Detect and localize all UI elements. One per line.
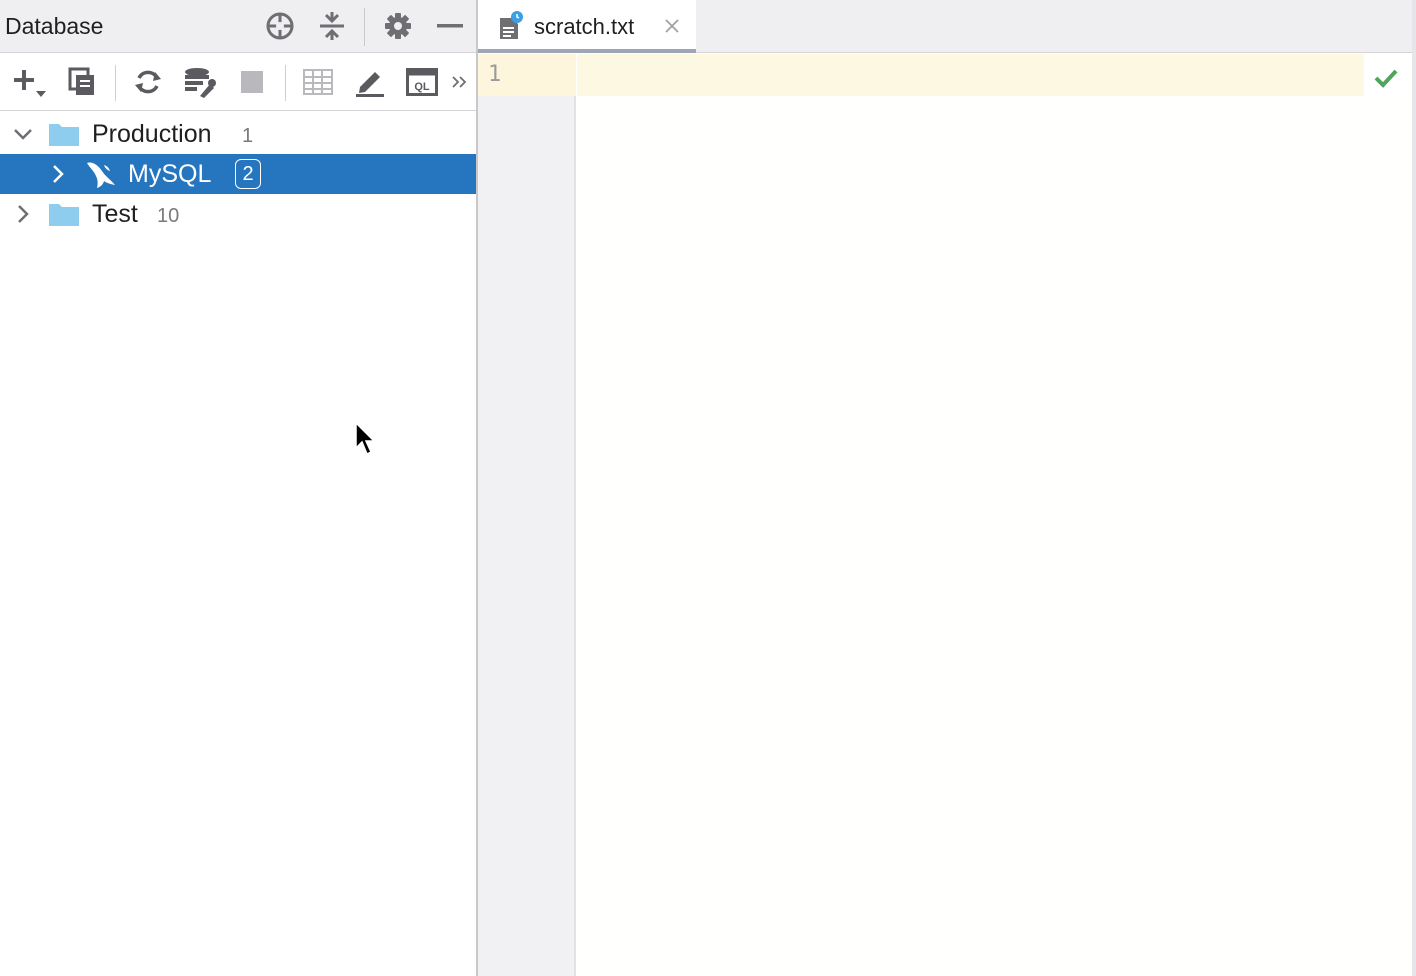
editor-area: scratch.txt 1	[478, 0, 1416, 976]
chevron-right-icon[interactable]	[47, 163, 69, 185]
edit-icon[interactable]	[351, 63, 389, 101]
close-icon[interactable]	[662, 16, 682, 36]
tree-item-count: 1	[242, 125, 254, 147]
tree-item-production[interactable]: Production 1	[0, 114, 476, 154]
line-number-gutter: 1	[478, 54, 576, 976]
vertical-scrollbar-track[interactable]	[1412, 0, 1416, 976]
toolbar-separator	[115, 65, 116, 101]
table-view-icon[interactable]	[299, 63, 337, 101]
tree-item-mysql[interactable]: MySQL 2	[0, 154, 476, 194]
svg-text:QL: QL	[414, 81, 430, 93]
folder-icon	[49, 204, 79, 226]
line-number: 1	[488, 62, 502, 87]
database-toolbar: QL	[0, 53, 476, 111]
chevron-down-icon[interactable]	[12, 123, 34, 145]
tab-label: scratch.txt	[534, 14, 635, 39]
session-count-badge: 2	[235, 159, 261, 189]
panel-title: Database	[5, 13, 104, 39]
code-text-area[interactable]	[577, 54, 1412, 976]
tree-item-label: MySQL	[128, 160, 212, 188]
refresh-icon[interactable]	[129, 63, 167, 101]
database-panel-header: Database	[0, 0, 476, 53]
chevron-right-icon[interactable]	[12, 203, 34, 225]
database-tool-window: Database QL Production 1 MySQL 2 Test 10	[0, 0, 476, 976]
toolbar-separator	[285, 65, 286, 101]
add-icon[interactable]	[12, 63, 50, 101]
gear-icon[interactable]	[380, 8, 416, 44]
tree-item-label: Test	[92, 200, 138, 228]
duplicate-icon[interactable]	[63, 63, 101, 101]
inspection-ok-icon[interactable]	[1364, 58, 1408, 98]
tab-scratch-txt[interactable]: scratch.txt	[478, 0, 696, 53]
tree-item-test[interactable]: Test 10	[0, 194, 476, 234]
folder-icon	[49, 124, 79, 146]
editor-tab-bar: scratch.txt	[478, 0, 1416, 53]
mouse-pointer-icon	[355, 422, 376, 456]
stop-icon[interactable]	[233, 63, 271, 101]
mysql-dolphin-icon	[87, 162, 115, 188]
scratch-file-icon	[500, 11, 523, 39]
tree-item-label: Production	[92, 120, 212, 148]
datasource-properties-icon[interactable]	[181, 63, 219, 101]
locate-icon[interactable]	[262, 8, 298, 44]
tree-item-count: 10	[157, 205, 180, 227]
minimize-icon[interactable]	[432, 8, 468, 44]
collapse-all-icon[interactable]	[314, 8, 350, 44]
query-console-icon[interactable]: QL	[403, 63, 441, 101]
header-separator	[364, 8, 365, 46]
more-actions-icon[interactable]	[446, 63, 472, 101]
